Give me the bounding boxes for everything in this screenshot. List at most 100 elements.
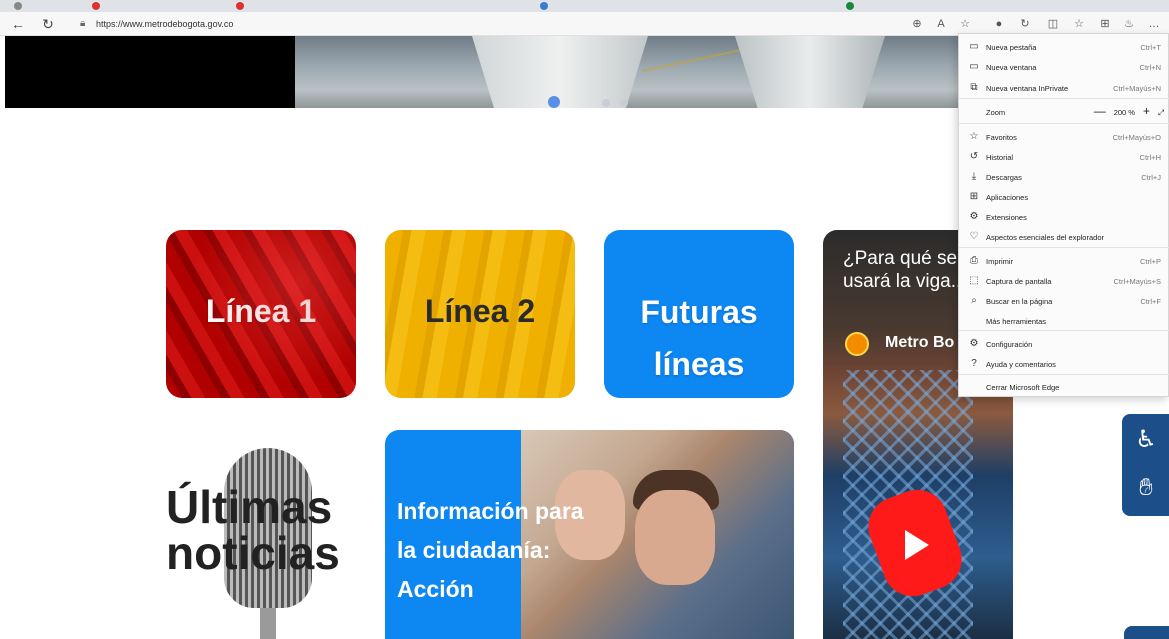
- menu-item-label: Nueva ventana: [986, 63, 1037, 72]
- menu-item-label: Nueva ventana InPrivate: [986, 84, 1069, 93]
- menu-item-label: Favoritos: [986, 133, 1017, 142]
- info-title: Información para la ciudadanía: Acción: [397, 498, 584, 603]
- menu-item-find-on-page[interactable]: ⌕ Buscar en la página Ctrl+F: [959, 291, 1169, 311]
- zoom-in-button[interactable]: +: [1143, 104, 1150, 118]
- favorites-icon[interactable]: ☆: [1070, 15, 1088, 33]
- history-icon: ↺: [969, 151, 979, 162]
- menu-separator: [959, 98, 1169, 99]
- lock-icon: 🔒︎: [80, 18, 86, 29]
- back-arrow-icon: ←: [11, 16, 25, 32]
- menu-item-label: Historial: [986, 153, 1014, 162]
- news-title: Últimas noticias: [166, 484, 340, 576]
- tab-icon[interactable]: [92, 2, 100, 10]
- screen: ← ↻ 🔒︎ https://www.metrodebogota.gov.co …: [0, 0, 1169, 639]
- menu-item-zoom[interactable]: Zoom — 200 % + ⤢: [959, 102, 1169, 122]
- menu-item-new-tab[interactable]: ▭ Nueva pestaña Ctrl+T: [959, 37, 1169, 57]
- menu-item-shortcut: Ctrl+Mayús+N: [1113, 84, 1161, 93]
- zoom-icon[interactable]: ⊕: [908, 15, 926, 33]
- tab-icon[interactable]: [846, 2, 854, 10]
- linea1-label: Línea 1: [205, 293, 317, 329]
- refresh-ext-icon[interactable]: ↻: [1016, 15, 1034, 33]
- back-button[interactable]: ←: [8, 14, 28, 34]
- accessibility-icon[interactable]: ♿︎: [1132, 426, 1160, 454]
- menu-item-shortcut: Ctrl+Mayús+O: [1112, 133, 1161, 142]
- tab-icon[interactable]: [236, 2, 244, 10]
- menu-item-print[interactable]: ⎙ Imprimir Ctrl+P: [959, 251, 1169, 271]
- new-window-icon: ▭: [969, 61, 979, 72]
- sign-language-icon[interactable]: ✋︎: [1132, 474, 1160, 502]
- favorite-star-icon[interactable]: ☆: [956, 15, 974, 33]
- profile-icon[interactable]: ♨: [1120, 15, 1138, 33]
- menu-item-shortcut: Ctrl+F: [1140, 297, 1161, 306]
- linea2-label: Línea 2: [424, 293, 536, 329]
- print-icon: ⎙: [970, 255, 978, 266]
- screenshot-icon: ⬚: [969, 275, 979, 286]
- menu-item-label: Aspectos esenciales del explorador: [986, 233, 1104, 242]
- menu-item-extensions[interactable]: ⚙ Extensiones: [959, 207, 1169, 227]
- new-inprivate-window-icon: ⧉: [970, 82, 978, 93]
- menu-item-label: Cerrar Microsoft Edge: [986, 383, 1060, 392]
- menu-separator: [959, 247, 1169, 248]
- tab-icon[interactable]: [540, 2, 548, 10]
- linea2-card[interactable]: Línea 2: [385, 230, 575, 398]
- tab-strip[interactable]: [0, 0, 1169, 12]
- futuras-label-2: líneas: [653, 346, 745, 382]
- play-icon: [905, 530, 929, 560]
- menu-item-history[interactable]: ↺ Historial Ctrl+H: [959, 147, 1169, 167]
- linea1-card[interactable]: Línea 1: [166, 230, 356, 398]
- favorites-icon: ☆: [969, 131, 979, 142]
- menu-item-label: Zoom: [986, 108, 1006, 117]
- ultimas-noticias-card[interactable]: Últimas noticias: [166, 440, 366, 639]
- menu-item-shortcut: Ctrl+T: [1140, 43, 1161, 52]
- downloads-icon: ⤓: [971, 171, 977, 182]
- extension-icon[interactable]: ●: [990, 15, 1008, 33]
- menu-item-settings[interactable]: ⚙ Configuración: [959, 334, 1169, 354]
- menu-separator: [959, 374, 1169, 375]
- menu-item-label: Imprimir: [986, 257, 1014, 266]
- menu-item-more-tools[interactable]: Más herramientas: [959, 311, 1169, 331]
- futuras-lineas-card[interactable]: Futuras líneas: [604, 230, 794, 398]
- menu-item-new-inprivate-window[interactable]: ⧉ Nueva ventana InPrivate Ctrl+Mayús+N: [959, 78, 1169, 98]
- news-title-line2: noticias: [166, 527, 340, 579]
- carousel-dot[interactable]: [602, 99, 610, 107]
- zoom-controls: — 200 % + ⤢: [1086, 104, 1164, 120]
- menu-item-label: Más herramientas: [986, 317, 1047, 326]
- tab-icon[interactable]: [14, 2, 22, 10]
- menu-item-downloads[interactable]: ⤓ Descargas Ctrl+J: [959, 167, 1169, 187]
- refresh-button[interactable]: ↻: [38, 14, 58, 34]
- menu-item-label: Buscar en la página: [986, 297, 1053, 306]
- read-aloud-icon[interactable]: A: [932, 15, 950, 33]
- futuras-label-1: Futuras: [640, 294, 758, 330]
- carousel-dot-active[interactable]: [548, 96, 560, 108]
- zoom-out-button[interactable]: —: [1094, 104, 1106, 118]
- informacion-ciudadania-card[interactable]: Información para la ciudadanía: Acción: [385, 430, 794, 639]
- menu-item-favorites[interactable]: ☆ Favoritos Ctrl+Mayús+O: [959, 127, 1169, 147]
- metro-logo-icon: [845, 332, 869, 356]
- apps-icon: ⊞: [969, 191, 979, 202]
- fullscreen-button[interactable]: ⤢: [1158, 108, 1164, 118]
- carousel-dot[interactable]: [620, 99, 628, 107]
- more-tools-icon: [968, 315, 980, 327]
- menu-item-shortcut: Ctrl+Mayús+S: [1113, 277, 1161, 286]
- url-field[interactable]: 🔒︎ https://www.metrodebogota.gov.co: [78, 15, 948, 33]
- menu-item-close-edge[interactable]: Cerrar Microsoft Edge: [959, 377, 1169, 397]
- menu-item-help-feedback[interactable]: ? Ayuda y comentarios: [959, 354, 1169, 374]
- split-screen-icon[interactable]: ◫: [1044, 15, 1062, 33]
- menu-item-shortcut: Ctrl+N: [1139, 63, 1161, 72]
- zoom-level: 200 %: [1113, 108, 1135, 117]
- collections-icon[interactable]: ⊞: [1096, 15, 1114, 33]
- browser-essentials-icon: ♡: [969, 231, 979, 242]
- side-widget-bottom[interactable]: [1124, 626, 1169, 639]
- edge-settings-menu: ▭ Nueva pestaña Ctrl+T ▭ Nueva ventana Ctrl+N…: [958, 33, 1169, 397]
- menu-item-label: Configuración: [986, 340, 1033, 349]
- hero-black-area: [5, 36, 295, 108]
- menu-item-label: Extensiones: [986, 213, 1027, 222]
- menu-item-browser-essentials[interactable]: ♡ Aspectos esenciales del explorador: [959, 227, 1169, 247]
- menu-dots-icon[interactable]: …: [1145, 15, 1163, 33]
- menu-item-screenshot[interactable]: ⬚ Captura de pantalla Ctrl+Mayús+S: [959, 271, 1169, 291]
- find-on-page-icon: ⌕: [971, 295, 977, 306]
- menu-item-apps[interactable]: ⊞ Aplicaciones: [959, 187, 1169, 207]
- channel-name: Metro Bo: [885, 334, 955, 351]
- menu-item-new-window[interactable]: ▭ Nueva ventana Ctrl+N: [959, 57, 1169, 77]
- menu-item-label: Ayuda y comentarios: [986, 360, 1056, 369]
